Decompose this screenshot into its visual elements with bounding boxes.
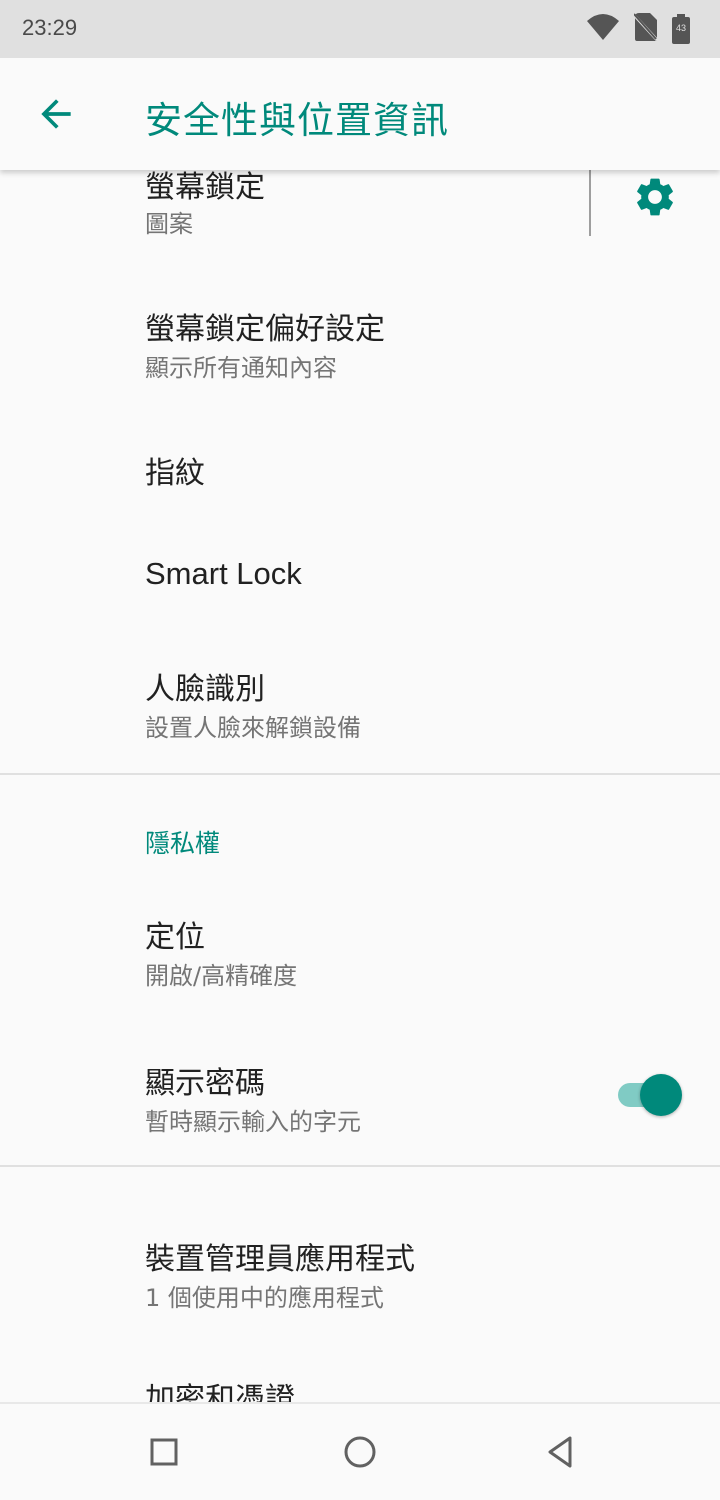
show-passwords-item[interactable]: 顯示密碼 暫時顯示輸入的字元: [0, 1044, 720, 1154]
wifi-icon: [586, 13, 620, 45]
item-title: 指紋: [145, 456, 205, 491]
item-summary: 開啟/高精確度: [145, 962, 298, 990]
recents-square-icon[interactable]: [138, 1426, 190, 1478]
item-title: 定位: [145, 920, 205, 955]
item-summary: 圖案: [145, 210, 193, 238]
settings-list[interactable]: 螢幕鎖定 圖案 螢幕鎖定偏好設定 顯示所有通知內容 指紋 Smart Lock …: [0, 0, 720, 1402]
item-title: 顯示密碼: [145, 1066, 265, 1101]
status-bar: 23:29 43: [0, 0, 720, 58]
item-summary: 暫時顯示輸入的字元: [145, 1108, 361, 1136]
device-admin-apps-item[interactable]: 裝置管理員應用程式 1 個使用中的應用程式: [0, 1220, 720, 1330]
gear-icon[interactable]: [632, 174, 678, 220]
no-sim-icon: [633, 12, 659, 46]
status-time: 23:29: [22, 15, 78, 40]
item-title: 螢幕鎖定偏好設定: [145, 312, 385, 347]
back-triangle-icon[interactable]: [534, 1426, 586, 1478]
smart-lock-item[interactable]: Smart Lock: [0, 528, 720, 628]
arrow-back-icon[interactable]: [34, 92, 78, 136]
app-bar: 安全性與位置資訊: [0, 58, 720, 170]
page-title: 安全性與位置資訊: [145, 99, 449, 142]
battery-icon: 43: [672, 14, 690, 44]
privacy-section-header: 隱私權: [145, 829, 221, 858]
toggle-thumb: [640, 1074, 682, 1116]
fingerprint-item[interactable]: 指紋: [0, 420, 720, 520]
item-summary: 設置人臉來解鎖設備: [145, 714, 361, 742]
section-divider: [0, 773, 720, 775]
battery-level: 43: [675, 23, 686, 33]
item-title: 人臉識別: [145, 672, 265, 707]
vertical-divider: [589, 170, 591, 236]
show-passwords-toggle[interactable]: [616, 1073, 684, 1117]
encryption-credentials-item[interactable]: 加密和憑證: [0, 1360, 720, 1402]
section-divider: [0, 1165, 720, 1167]
item-title: 加密和憑證: [145, 1382, 295, 1402]
status-icons: 43: [586, 12, 690, 46]
navigation-bar: [0, 1402, 720, 1500]
location-item[interactable]: 定位 開啟/高精確度: [0, 898, 720, 1008]
item-summary: 顯示所有通知內容: [145, 354, 337, 382]
item-title: Smart Lock: [145, 556, 302, 591]
face-recognition-item[interactable]: 人臉識別 設置人臉來解鎖設備: [0, 650, 720, 760]
item-title: 裝置管理員應用程式: [145, 1242, 415, 1277]
lock-screen-preferences-item[interactable]: 螢幕鎖定偏好設定 顯示所有通知內容: [0, 290, 720, 400]
item-summary: 1 個使用中的應用程式: [145, 1284, 384, 1312]
home-circle-icon[interactable]: [334, 1426, 386, 1478]
